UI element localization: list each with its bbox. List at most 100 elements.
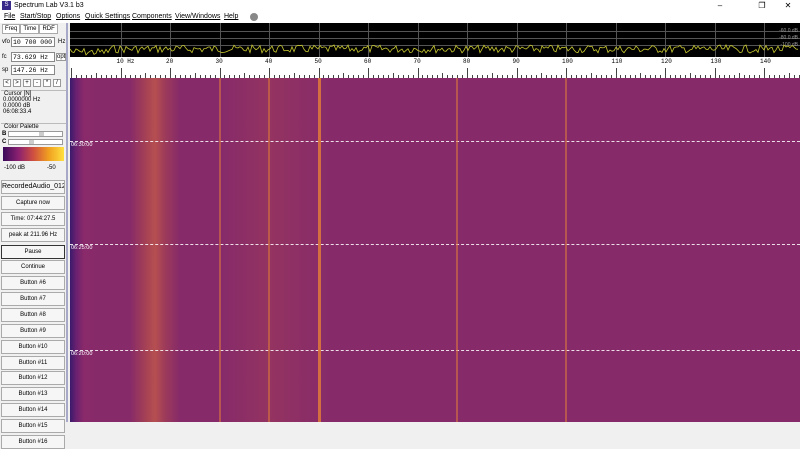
axis-tick xyxy=(764,68,765,78)
contrast-slider[interactable] xyxy=(8,139,63,145)
multiply-button[interactable]: * xyxy=(43,79,51,87)
axis-tick xyxy=(417,68,419,78)
panel-button[interactable]: Button #7 xyxy=(1,292,65,306)
axis-tick xyxy=(516,68,518,78)
signal-line xyxy=(456,78,459,422)
panel-button[interactable]: Button #12 xyxy=(1,371,65,385)
axis-tick xyxy=(318,68,320,78)
tab-freq[interactable]: Freq xyxy=(2,24,21,34)
axis-label: 90 xyxy=(512,58,520,65)
signal-line xyxy=(218,78,221,422)
minimize-button[interactable]: – xyxy=(710,0,730,11)
zoom-out-button[interactable]: - xyxy=(33,79,41,87)
axis-label: 40 xyxy=(265,58,273,65)
panel-button[interactable]: Button #6 xyxy=(1,276,65,290)
axis-tick xyxy=(269,68,270,78)
axis-tick xyxy=(566,68,567,78)
frequency-axis: 10 Hz 20 30 40 50 60 70 80 90 100 110 120 130 140 xyxy=(70,57,800,78)
axis-tick xyxy=(665,68,666,78)
fc-input[interactable]: 73.629 Hz xyxy=(11,52,55,62)
menu-view-windows[interactable]: View/Windows xyxy=(175,11,220,23)
cursor-group: Cursor [N] 0.0000000 Hz 0.0000 dB 06:08:… xyxy=(1,90,66,122)
panel-button[interactable]: Button #14 xyxy=(1,403,65,417)
nav-left-button[interactable]: < xyxy=(3,79,11,87)
signal-line xyxy=(317,78,321,422)
info-button: peak at 211.96 Hz xyxy=(1,228,65,242)
trace-line xyxy=(70,44,799,56)
panel-button[interactable]: Button #16 xyxy=(1,435,65,449)
vfo-label: vfo xyxy=(2,39,11,45)
vfo-input[interactable]: 10 700 000 xyxy=(11,37,55,47)
brightness-slider[interactable] xyxy=(8,131,63,137)
axis-label: 120 xyxy=(661,58,672,65)
palette-max: -50 xyxy=(47,165,56,171)
time-label: 06:30:00 xyxy=(71,142,93,148)
menu-bar: File Start/Stop Options Quick Settings C… xyxy=(0,11,800,23)
zoom-in-button[interactable]: + xyxy=(23,79,31,87)
info-button: Time: 07:44:27.5 xyxy=(1,212,65,226)
axis-label: 50 xyxy=(314,58,322,65)
nav-right-button[interactable]: > xyxy=(13,79,21,87)
tab-rdf[interactable]: RDF xyxy=(39,24,58,34)
c-label: C xyxy=(2,139,7,145)
axis-label: 30 xyxy=(215,58,223,65)
panel-button[interactable]: Pause xyxy=(1,245,65,259)
axis-tick xyxy=(368,68,369,78)
axis-label: 20 xyxy=(166,58,174,65)
palette-min: -100 dB xyxy=(4,165,26,171)
app-logo-icon: S xyxy=(2,1,11,10)
axis-label: 130 xyxy=(710,58,722,65)
restore-button[interactable]: ❐ xyxy=(752,0,772,11)
menu-components[interactable]: Components xyxy=(132,11,172,23)
panel-button[interactable]: Button #8 xyxy=(1,308,65,322)
axis-label: 70 xyxy=(413,58,421,65)
signal-line xyxy=(565,78,567,422)
signal-line xyxy=(268,78,270,422)
axis-label: 110 xyxy=(611,58,623,65)
axis-label: 140 xyxy=(760,58,771,65)
axis-tick xyxy=(615,68,617,78)
control-panel: Freq Time RDF vfo 10 700 000 Hz fc 73.62… xyxy=(0,23,68,449)
axis-label: 80 xyxy=(463,58,471,65)
fc-label: fc xyxy=(2,54,7,60)
time-label: 06:25:00 xyxy=(71,245,93,251)
waterfall-display[interactable]: 06:30:00 06:25:00 06:20:00 xyxy=(70,78,800,422)
tab-time[interactable]: Time xyxy=(20,24,40,34)
axis-tick xyxy=(120,68,122,78)
menu-start-stop[interactable]: Start/Stop xyxy=(20,11,51,23)
axis-tick xyxy=(71,68,72,78)
axis-label: 10 Hz xyxy=(116,58,135,65)
divide-button[interactable]: / xyxy=(53,79,61,87)
menu-options[interactable]: Options xyxy=(56,11,80,23)
status-indicator-icon xyxy=(250,13,258,21)
panel-button[interactable]: Button #10 xyxy=(1,340,65,354)
sp-input[interactable]: 147.26 Hz xyxy=(11,65,55,75)
menu-file[interactable]: File xyxy=(4,11,15,23)
window-title: Spectrum Lab V3.1 b3 xyxy=(14,2,84,9)
close-button[interactable]: ✕ xyxy=(778,0,798,11)
axis-tick xyxy=(467,68,468,78)
sp-label: sp xyxy=(2,67,9,73)
axis-tick xyxy=(170,68,171,78)
spectrum-plot[interactable]: -60.0 dB -80.0 dB -100 dB xyxy=(70,23,800,57)
panel-button[interactable]: Button #11 xyxy=(1,356,65,370)
opt-button[interactable]: opt xyxy=(56,53,66,61)
panel-button[interactable]: Continue xyxy=(1,260,65,274)
panel-button[interactable]: Button #13 xyxy=(1,387,65,401)
menu-help[interactable]: Help xyxy=(224,11,238,23)
panel-button[interactable]: Button #15 xyxy=(1,419,65,433)
spectrum-trace xyxy=(70,44,799,56)
panel-button[interactable]: Button #9 xyxy=(1,324,65,338)
time-label: 06:20:00 xyxy=(71,351,93,357)
palette-title: Color Palette xyxy=(4,124,39,130)
b-label: B xyxy=(2,131,7,137)
vfo-unit: Hz xyxy=(58,39,66,45)
axis-label: 100 xyxy=(562,58,573,65)
palette-gradient xyxy=(3,147,64,161)
axis-tick xyxy=(714,68,716,78)
title-bar: S Spectrum Lab V3.1 b3 – ❐ ✕ xyxy=(0,0,800,11)
menu-quick-settings[interactable]: Quick Settings xyxy=(85,11,130,23)
panel-button[interactable]: Capture now xyxy=(1,196,65,210)
panel-button[interactable]: RecordedAudio_012... xyxy=(1,180,65,194)
axis-label: 60 xyxy=(364,58,372,65)
